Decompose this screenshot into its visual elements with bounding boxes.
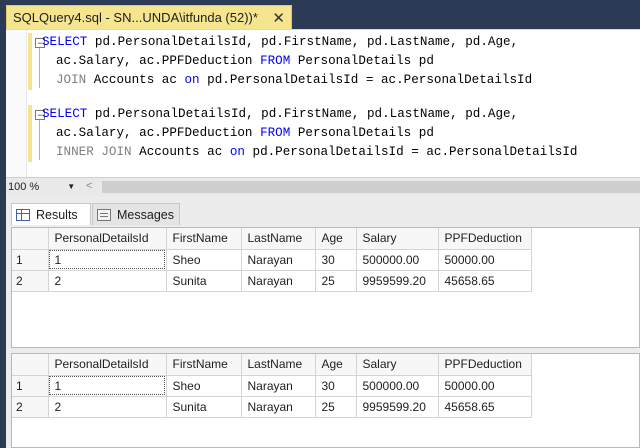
- editor-margin: [6, 30, 27, 178]
- code-text: Accounts ac: [131, 145, 230, 159]
- grid-header-row: PersonalDetailsId FirstName LastName Age…: [12, 228, 532, 250]
- code-text: pd.PersonalDetailsId = ac.PersonalDetail…: [244, 145, 578, 159]
- keyword-on: on: [229, 145, 245, 159]
- row-number[interactable]: 2: [12, 396, 49, 418]
- column-header[interactable]: LastName: [241, 354, 316, 376]
- grid-cell[interactable]: Narayan: [241, 270, 316, 292]
- zoom-dropdown[interactable]: 100 % ▼: [8, 179, 80, 194]
- grid-cell[interactable]: 9959599.20: [356, 396, 439, 418]
- grid-cell[interactable]: 1: [48, 249, 167, 271]
- column-header[interactable]: Salary: [356, 228, 439, 250]
- horizontal-scrollbar[interactable]: [102, 181, 640, 193]
- table-row: 1 1 Sheo Narayan 30 500000.00 50000.00: [12, 375, 532, 397]
- keyword-join: JOIN: [56, 73, 87, 87]
- column-header[interactable]: Age: [315, 228, 357, 250]
- result-grid-2[interactable]: PersonalDetailsId FirstName LastName Age…: [11, 353, 640, 448]
- grid-cell[interactable]: 50000.00: [438, 375, 532, 397]
- query1-line3: JOIN Accounts ac on pd.PersonalDetailsId…: [56, 71, 532, 90]
- results-pane: Results Messages PersonalDetailsId First…: [6, 196, 640, 448]
- zoom-value: 100 %: [8, 180, 40, 193]
- keyword-on: on: [184, 73, 200, 87]
- editor-zoom-bar: 100 % ▼ <: [6, 177, 640, 197]
- grid-cell[interactable]: Sheo: [166, 249, 242, 271]
- query-tab-title: SQLQuery4.sql - SN...UNDA\itfunda (52))*: [13, 10, 258, 25]
- tab-results[interactable]: Results: [11, 203, 91, 225]
- keyword-from: FROM: [260, 54, 291, 68]
- column-header[interactable]: PersonalDetailsId: [48, 354, 167, 376]
- table-row: 2 2 Sunita Narayan 25 9959599.20 45658.6…: [12, 396, 532, 418]
- grid-icon: [16, 208, 30, 221]
- code-text: ac.Salary, ac.PPFDeduction: [56, 54, 261, 68]
- document-tab-strip: SQLQuery4.sql - SN...UNDA\itfunda (52))*…: [0, 0, 640, 29]
- table-row: 1 1 Sheo Narayan 30 500000.00 50000.00: [12, 249, 532, 271]
- query2-line2: ac.Salary, ac.PPFDeduction FROM Personal…: [56, 124, 434, 143]
- tab-messages[interactable]: Messages: [92, 203, 180, 225]
- code-text: PersonalDetails pd: [290, 126, 434, 140]
- column-header[interactable]: PPFDeduction: [438, 228, 532, 250]
- query-document-tab[interactable]: SQLQuery4.sql - SN...UNDA\itfunda (52))*…: [6, 5, 292, 29]
- messages-icon: [97, 208, 111, 221]
- tab-results-label: Results: [36, 207, 78, 222]
- table-row: 2 2 Sunita Narayan 25 9959599.20 45658.6…: [12, 270, 532, 292]
- query1-line2: ac.Salary, ac.PPFDeduction FROM Personal…: [56, 52, 434, 71]
- close-icon[interactable]: ✕: [272, 9, 285, 27]
- query2-line3: INNER JOIN Accounts ac on pd.PersonalDet…: [56, 143, 577, 162]
- keyword-select: SELECT: [42, 35, 88, 49]
- query-editor[interactable]: − − SELECT pd.PersonalDetailsId, pd.Firs…: [6, 29, 640, 178]
- grid-cell[interactable]: 45658.65: [438, 270, 532, 292]
- grid-cell[interactable]: Narayan: [241, 249, 316, 271]
- grid-cell[interactable]: 30: [315, 375, 357, 397]
- column-header[interactable]: LastName: [241, 228, 316, 250]
- grid-cell[interactable]: 500000.00: [356, 249, 439, 271]
- code-text: PersonalDetails pd: [290, 54, 434, 68]
- tab-messages-label: Messages: [117, 207, 174, 222]
- code-text: pd.PersonalDetailsId, pd.FirstName, pd.L…: [87, 107, 519, 121]
- query1-line1: SELECT pd.PersonalDetailsId, pd.FirstNam…: [42, 33, 518, 52]
- grid-cell[interactable]: 45658.65: [438, 396, 532, 418]
- keyword-inner-join: INNER JOIN: [56, 145, 132, 159]
- fold-guide-line: [39, 120, 40, 160]
- grid-cell[interactable]: 2: [48, 270, 167, 292]
- grid-cell[interactable]: 2: [48, 396, 167, 418]
- grid-cell[interactable]: Sunita: [166, 270, 242, 292]
- column-header[interactable]: Age: [315, 354, 357, 376]
- grid-cell[interactable]: 500000.00: [356, 375, 439, 397]
- column-header[interactable]: FirstName: [166, 354, 242, 376]
- grid-cell[interactable]: Narayan: [241, 396, 316, 418]
- chevron-down-icon[interactable]: ▼: [67, 182, 75, 191]
- column-header[interactable]: PPFDeduction: [438, 354, 532, 376]
- grid-cell[interactable]: 25: [315, 270, 357, 292]
- grid-cell[interactable]: 1: [48, 375, 167, 397]
- grid-cell[interactable]: Narayan: [241, 375, 316, 397]
- change-indicator-bar: [28, 105, 32, 162]
- row-number[interactable]: 2: [12, 270, 49, 292]
- grid-cell[interactable]: Sunita: [166, 396, 242, 418]
- code-text: Accounts ac: [86, 73, 185, 87]
- code-text: ac.Salary, ac.PPFDeduction: [56, 126, 261, 140]
- grid-cell[interactable]: 9959599.20: [356, 270, 439, 292]
- column-header[interactable]: Salary: [356, 354, 439, 376]
- code-text: pd.PersonalDetailsId = ac.PersonalDetail…: [199, 73, 533, 87]
- row-number[interactable]: 1: [12, 375, 49, 397]
- scroll-left-icon[interactable]: <: [86, 180, 92, 192]
- query2-line1: SELECT pd.PersonalDetailsId, pd.FirstNam…: [42, 105, 518, 124]
- change-indicator-bar: [28, 33, 32, 90]
- column-header[interactable]: PersonalDetailsId: [48, 228, 167, 250]
- grid-cell[interactable]: 25: [315, 396, 357, 418]
- fold-guide-line: [39, 48, 40, 88]
- grid-cell[interactable]: 50000.00: [438, 249, 532, 271]
- grid-cell[interactable]: 30: [315, 249, 357, 271]
- keyword-from: FROM: [260, 126, 291, 140]
- code-text: pd.PersonalDetailsId, pd.FirstName, pd.L…: [87, 35, 519, 49]
- grid-header-row: PersonalDetailsId FirstName LastName Age…: [12, 354, 532, 376]
- result-grid-1[interactable]: PersonalDetailsId FirstName LastName Age…: [11, 227, 640, 348]
- row-number[interactable]: 1: [12, 249, 49, 271]
- grid-cell[interactable]: Sheo: [166, 375, 242, 397]
- column-header[interactable]: FirstName: [166, 228, 242, 250]
- keyword-select: SELECT: [42, 107, 88, 121]
- row-number-header[interactable]: [12, 354, 49, 376]
- row-number-header[interactable]: [12, 228, 49, 250]
